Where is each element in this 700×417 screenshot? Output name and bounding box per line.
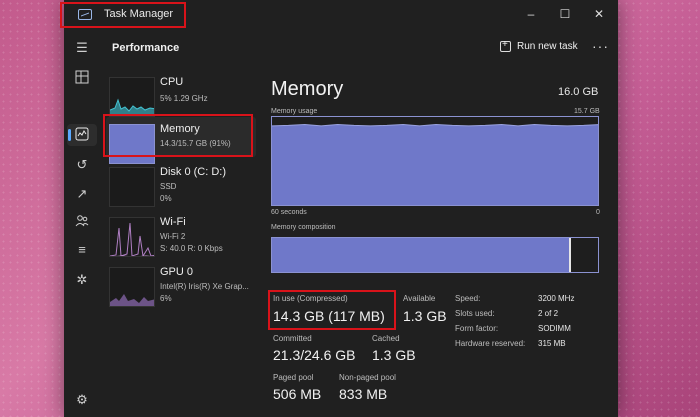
maximize-icon[interactable]: ☐ [548,3,582,25]
available-label: Available [403,294,436,303]
hardware-reserved-label: Hardware reserved: [455,339,526,348]
committed-value: 21.3/24.6 GB [273,347,356,363]
disk-type: SSD [160,182,177,191]
cpu-label: CPU [160,76,184,88]
minimize-icon[interactable]: – [514,3,548,25]
paged-pool-label: Paged pool [273,373,314,382]
in-use-value: 14.3 GB (117 MB) [273,308,385,324]
details-icon[interactable]: ≡ [74,242,90,258]
in-use-label: In use (Compressed) [273,294,348,303]
paged-pool-value: 506 MB [273,386,322,402]
list-item-gpu[interactable]: GPU 0 Intel(R) Iris(R) Xe Grap... 6% [106,264,256,310]
cached-label: Cached [372,334,400,343]
cpu-thumbnail-graph [109,77,155,117]
wifi-label: Wi-Fi [160,216,186,228]
page-title: Performance [112,42,180,54]
disk-thumbnail-graph [109,167,155,207]
memory-usage-graph [271,116,599,206]
wifi-throughput: S: 40.0 R: 0 Kbps [160,244,223,253]
header-bar: Performance Run new task ··· [100,30,618,66]
gpu-model: Intel(R) Iris(R) Xe Grap... [160,282,249,291]
cached-value: 1.3 GB [372,347,416,363]
active-nav-indicator [68,129,71,141]
users-icon[interactable] [74,214,90,230]
list-item-wifi[interactable]: Wi-Fi Wi-Fi 2 S: 40.0 R: 0 Kbps [106,214,256,260]
settings-icon[interactable]: ⚙ [74,392,90,408]
list-item-disk[interactable]: Disk 0 (C: D:) SSD 0% [106,164,256,210]
app-history-icon[interactable]: ↺ [74,157,90,173]
cpu-usage: 5% 1.29 GHz [160,94,208,103]
memory-usage-label: Memory usage [271,108,318,115]
title-highlight-box [60,2,186,28]
services-icon[interactable]: ✲ [74,272,90,288]
memory-highlight-box [103,114,253,157]
resource-list: CPU 5% 1.29 GHz Memory 14.3/15.7 GB (91%… [100,66,268,417]
memory-usage-area [272,124,598,205]
gpu-usage: 6% [160,294,172,303]
x-axis-right-label: 0 [596,209,600,216]
wifi-thumbnail-graph [109,217,155,257]
slots-used-value: 2 of 2 [538,309,559,318]
hardware-reserved-value: 315 MB [538,339,566,348]
committed-label: Committed [273,334,312,343]
processes-icon[interactable] [74,70,90,86]
run-new-task-button[interactable]: Run new task [500,39,578,52]
speed-label: Speed: [455,294,481,303]
slots-used-label: Slots used: [455,309,495,318]
speed-value: 3200 MHz [538,294,575,303]
composition-in-use-segment [272,238,569,272]
run-new-task-label: Run new task [517,41,578,52]
memory-composition-bar [271,237,599,273]
memory-title: Memory [271,78,344,100]
memory-total: 16.0 GB [558,86,599,98]
gpu-thumbnail-graph [109,267,155,307]
gpu-label: GPU 0 [160,266,194,278]
task-manager-window: Task Manager – ☐ ✕ ☰ ↺ ↗ ≡ ✲ ⚙ Performan… [60,0,618,417]
startup-apps-icon[interactable]: ↗ [74,186,90,202]
memory-details-panel: Memory 16.0 GB Memory usage 15.7 GB 60 s… [268,66,618,417]
sidebar: ☰ ↺ ↗ ≡ ✲ ⚙ [64,30,100,417]
run-task-icon [500,39,511,52]
composition-divider [569,238,571,272]
disk-usage: 0% [160,194,172,203]
more-options-icon[interactable]: ··· [592,38,609,54]
hamburger-icon[interactable]: ☰ [74,40,90,56]
available-value: 1.3 GB [403,308,447,324]
performance-icon[interactable] [74,127,90,143]
x-axis-left-label: 60 seconds [271,209,307,216]
disk-label: Disk 0 (C: D:) [160,166,226,178]
non-paged-pool-value: 833 MB [339,386,388,402]
memory-usage-max: 15.7 GB [574,108,600,115]
non-paged-pool-label: Non-paged pool [339,373,396,382]
form-factor-label: Form factor: [455,324,499,333]
close-icon[interactable]: ✕ [582,3,616,25]
title-bar: Task Manager – ☐ ✕ [60,0,618,30]
memory-composition-label: Memory composition [271,224,336,231]
form-factor-value: SODIMM [538,324,571,333]
wifi-adapter: Wi-Fi 2 [160,232,186,241]
